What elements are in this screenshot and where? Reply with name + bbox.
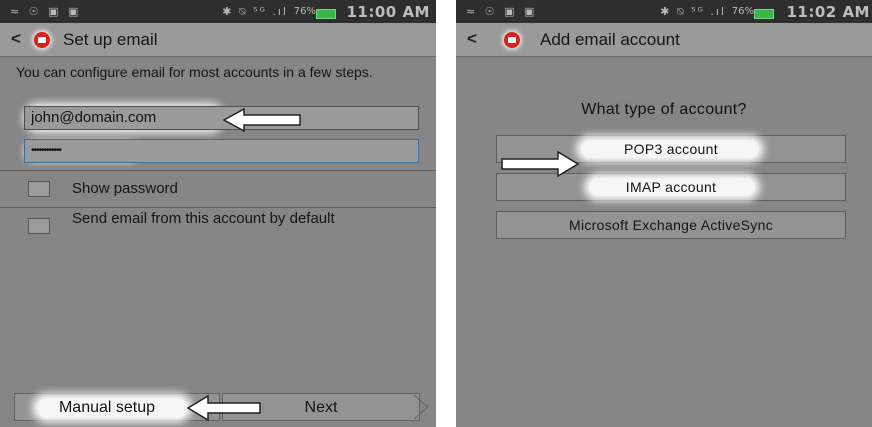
default-account-row[interactable]: Send email from this account by default xyxy=(0,208,436,248)
status-time: 11:02 AM xyxy=(786,3,870,21)
notification-icons: ≈ ☉ ▣ ▣ xyxy=(10,5,82,18)
next-chevron-icon xyxy=(413,394,429,420)
pop3-label: POP3 account xyxy=(624,141,718,157)
show-password-row[interactable]: Show password xyxy=(0,171,436,205)
password-field[interactable] xyxy=(24,139,419,163)
battery-icon xyxy=(754,9,774,19)
action-bar: < Set up email xyxy=(0,23,436,57)
show-password-label: Show password xyxy=(72,180,178,197)
email-app-icon xyxy=(504,32,520,48)
default-account-label: Send email from this account by default xyxy=(72,210,335,227)
notification-icons: ≈ ☉ ▣ ▣ xyxy=(466,5,538,18)
pointer-arrow-icon xyxy=(501,150,580,178)
battery-percent: 76% xyxy=(293,6,316,17)
pointer-arrow-icon xyxy=(186,394,261,422)
imap-label: IMAP account xyxy=(625,179,717,195)
battery-percent: 76% xyxy=(731,6,754,17)
next-label: Next xyxy=(304,399,338,416)
page-title: Set up email xyxy=(63,30,158,49)
setup-email-screen: ≈ ☉ ▣ ▣ ✱ ⍉ ⁵ᴳ .ıl 76% 11:00 AM < Set up… xyxy=(0,0,436,427)
back-icon[interactable]: < xyxy=(467,29,477,49)
account-type-question: What type of account? xyxy=(581,101,747,118)
page-title: Add email account xyxy=(540,30,680,49)
action-bar: < Add email account xyxy=(456,23,872,57)
pointer-arrow-icon xyxy=(222,107,301,133)
password-input[interactable] xyxy=(25,140,418,162)
exchange-label: Microsoft Exchange ActiveSync xyxy=(568,217,773,233)
manual-setup-label: Manual setup xyxy=(58,399,156,416)
add-email-account-screen: ≈ ☉ ▣ ▣ ✱ ⍉ ⁵ᴳ .ıl 76% 11:02 AM < Add em… xyxy=(456,0,872,427)
signal-icons: ✱ ⍉ ⁵ᴳ .ıl xyxy=(660,5,726,18)
default-account-checkbox[interactable] xyxy=(28,218,50,234)
status-bar: ≈ ☉ ▣ ▣ ✱ ⍉ ⁵ᴳ .ıl 76% 11:00 AM xyxy=(0,0,436,23)
status-time: 11:00 AM xyxy=(346,3,430,21)
signal-icons: ✱ ⍉ ⁵ᴳ .ıl xyxy=(222,5,288,18)
battery-icon xyxy=(316,9,336,19)
email-app-icon xyxy=(34,32,50,48)
back-icon[interactable]: < xyxy=(11,29,21,49)
intro-text: You can configure email for most account… xyxy=(16,64,373,80)
exchange-activesync-button[interactable]: Microsoft Exchange ActiveSync xyxy=(496,211,846,239)
status-bar: ≈ ☉ ▣ ▣ ✱ ⍉ ⁵ᴳ .ıl 76% 11:02 AM xyxy=(456,0,872,23)
show-password-checkbox[interactable] xyxy=(28,181,50,197)
